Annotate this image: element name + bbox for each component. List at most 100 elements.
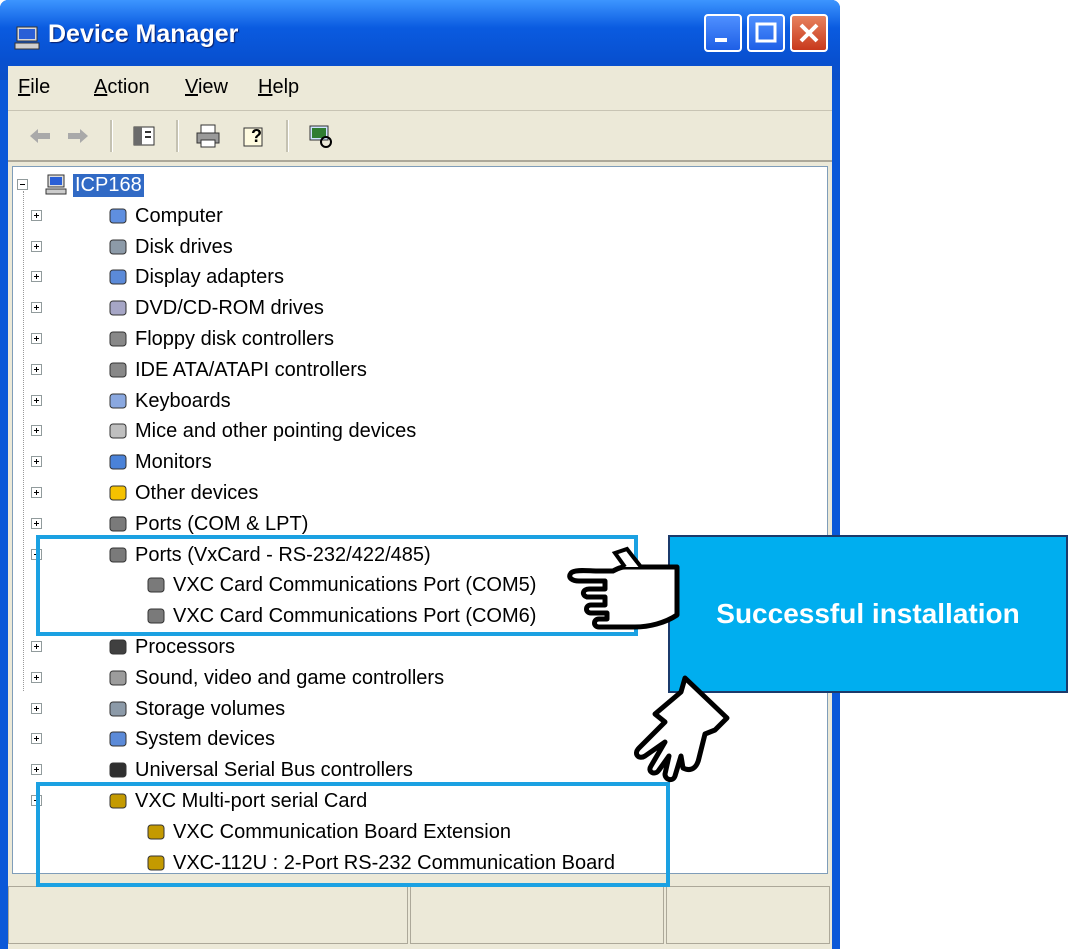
computer-icon [45,174,67,195]
collapse-toggle[interactable] [17,179,28,190]
dvd-drive-icon [109,300,127,316]
sound-icon [109,670,127,686]
status-pane [410,886,664,944]
callout-text: Successful installation [716,598,1020,629]
highlight-box-vxc-card [36,782,670,887]
back-arrow-icon[interactable] [26,122,54,150]
tree-item[interactable]: DVD/CD-ROM drives [107,293,324,323]
disk-drive-icon [109,239,127,255]
tree-root-label: ICP168 [73,173,144,197]
monitor-icon [109,454,127,470]
tree-item[interactable]: Computer [107,201,223,231]
tree-item[interactable]: Storage volumes [107,694,285,724]
expand-toggle[interactable] [31,395,42,406]
expand-toggle[interactable] [31,456,42,467]
expand-toggle[interactable] [31,703,42,714]
help-icon[interactable]: ? [240,122,268,150]
status-bar [8,882,832,949]
keyboard-icon [109,393,127,409]
tree-item-label: Keyboards [135,389,231,412]
expand-toggle[interactable] [31,210,42,221]
expand-toggle[interactable] [31,672,42,683]
tree-item[interactable]: Floppy disk controllers [107,324,334,354]
pointing-hand-icon [567,546,680,630]
system-device-icon [109,731,127,747]
tree-item[interactable]: Display adapters [107,262,284,292]
maximize-button[interactable] [747,14,785,52]
close-button[interactable] [790,14,828,52]
toolbar-separator [286,120,289,152]
print-icon[interactable] [194,122,222,150]
tree-item[interactable]: Keyboards [107,386,231,416]
close-icon [799,23,819,43]
tree-item-label: Sound, video and game controllers [135,666,445,689]
expand-toggle[interactable] [31,333,42,344]
tree-item[interactable]: Processors [107,632,235,662]
expand-toggle[interactable] [31,518,42,529]
expand-toggle[interactable] [31,241,42,252]
tree-item[interactable]: IDE ATA/ATAPI controllers [107,355,367,385]
tree-item[interactable]: Monitors [107,447,212,477]
unknown-device-icon [109,485,127,501]
scan-hardware-icon[interactable] [306,122,334,150]
menu-action[interactable]: Action [94,76,150,99]
forward-arrow-icon[interactable] [64,122,92,150]
tree-item-label: Display adapters [135,265,284,288]
tree-item-label: Floppy disk controllers [135,327,334,350]
status-pane [666,886,830,944]
mouse-icon [109,423,127,439]
storage-volume-icon [109,701,127,717]
pointing-hand-icon [634,675,730,783]
tree-item-label: System devices [135,727,276,750]
expand-toggle[interactable] [31,364,42,375]
expand-toggle[interactable] [31,487,42,498]
menu-view[interactable]: View [185,76,228,99]
expand-toggle[interactable] [31,764,42,775]
show-hide-console-tree-icon[interactable] [130,122,158,150]
computer-icon [109,208,127,224]
tree-item-label: Computer [135,204,223,227]
menu-file[interactable]: File [18,76,50,99]
expand-toggle[interactable] [31,425,42,436]
processor-icon [109,639,127,655]
tree-item[interactable]: Universal Serial Bus controllers [107,755,413,785]
tree-item[interactable]: Mice and other pointing devices [107,416,416,446]
tree-item-label: Storage volumes [135,697,286,720]
svg-text:?: ? [251,126,262,146]
toolbar-separator [110,120,113,152]
computer-icon [14,26,40,50]
tree-item-label: DVD/CD-ROM drives [135,296,324,319]
tree-item[interactable]: Other devices [107,478,258,508]
expand-toggle[interactable] [31,302,42,313]
display-adapter-icon [109,269,127,285]
tree-item-label: Mice and other pointing devices [135,419,417,442]
callout-box: Successful installation [668,535,1068,693]
expand-toggle[interactable] [31,641,42,652]
maximize-icon [755,22,777,43]
menu-bar: File Action View Help [8,66,832,111]
highlight-box-vxcard-ports [36,535,638,636]
expand-toggle[interactable] [31,733,42,744]
ide-controller-icon [109,362,127,378]
tree-item[interactable]: Sound, video and game controllers [107,663,444,693]
toolbar: ? [8,112,832,162]
minimize-button[interactable] [704,14,742,52]
menu-help[interactable]: Help [258,76,299,99]
status-pane [8,886,408,944]
tree-item-label: IDE ATA/ATAPI controllers [135,358,367,381]
toolbar-separator [176,120,179,152]
port-icon [109,516,127,532]
expand-toggle[interactable] [31,271,42,282]
window-title: Device Manager [48,20,239,48]
tree-item-label: Disk drives [135,235,233,258]
tree-item[interactable]: Disk drives [107,232,233,262]
tree-item-label: Other devices [135,481,259,504]
tree-item-label: Processors [135,635,236,658]
tree-item-label: Universal Serial Bus controllers [135,758,413,781]
tree-item-label: Monitors [135,450,212,473]
floppy-controller-icon [109,331,127,347]
tree-item[interactable]: System devices [107,724,275,754]
tree-root[interactable]: ICP168 [45,170,144,200]
tree-item-label: Ports (COM & LPT) [135,512,309,535]
tree-connector [23,191,25,691]
